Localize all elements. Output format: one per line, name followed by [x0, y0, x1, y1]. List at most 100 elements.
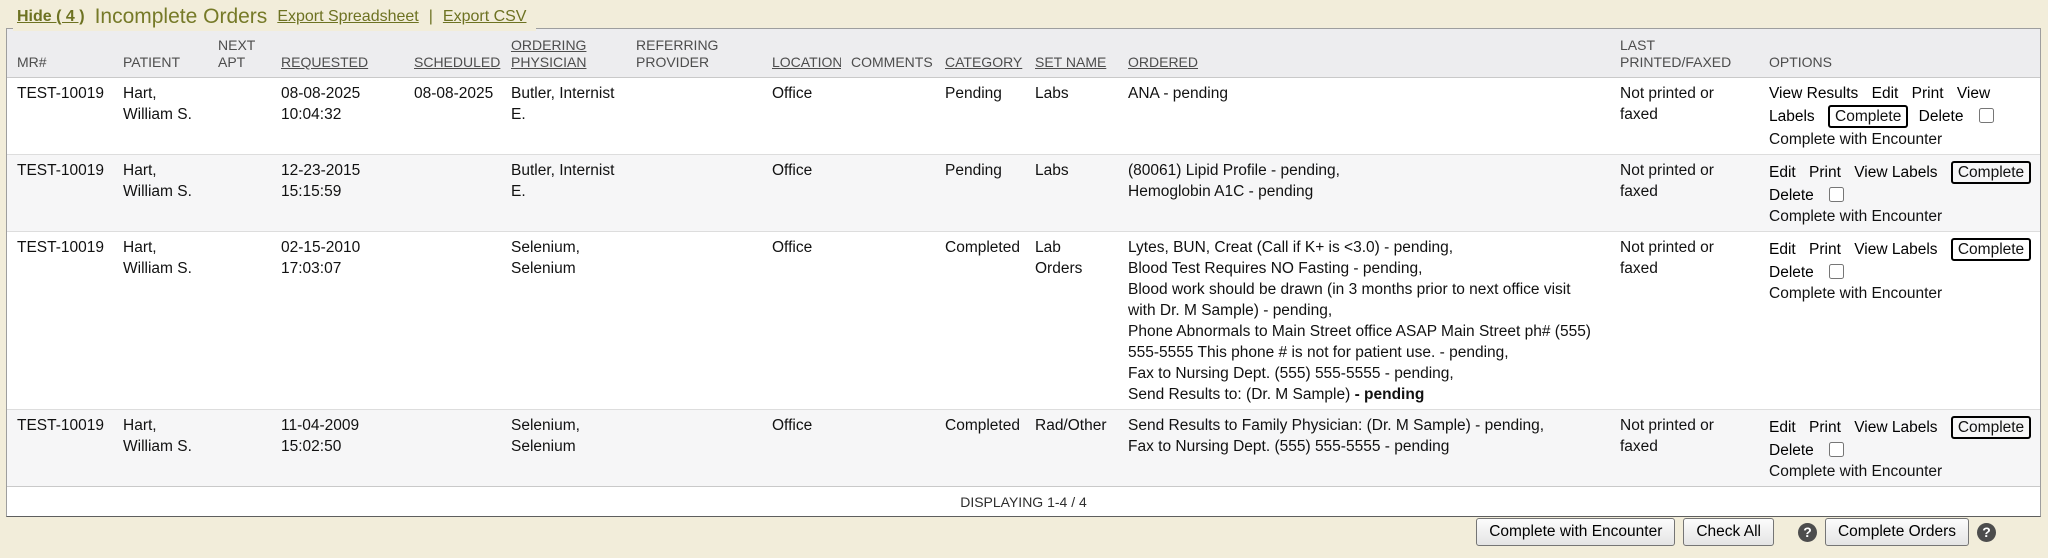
cell-patient: Hart,William S. — [113, 410, 208, 487]
cell-comments — [841, 410, 935, 487]
cell-location: Office — [762, 232, 841, 410]
cell-category: Completed — [935, 232, 1025, 410]
cell-scheduled — [404, 155, 501, 232]
edit-link[interactable]: Edit — [1769, 419, 1796, 436]
print-link[interactable]: Print — [1809, 419, 1841, 436]
cell-options: Edit Print View Labels Complete Delete C… — [1759, 410, 2040, 487]
cell-category: Pending — [935, 155, 1025, 232]
cell-last_printed: Not printed orfaxed — [1610, 410, 1759, 487]
column-header-scheduled[interactable]: SCHEDULED — [404, 29, 501, 78]
view-labels-link[interactable]: View Labels — [1854, 164, 1937, 181]
cell-next_apt — [208, 78, 271, 155]
complete-button[interactable]: Complete — [1828, 105, 1908, 128]
delete-link[interactable]: Delete — [1769, 187, 1814, 204]
edit-link[interactable]: Edit — [1769, 241, 1796, 258]
help-icon[interactable]: ? — [1977, 523, 1996, 542]
cell-next_apt — [208, 155, 271, 232]
cell-options: Edit Print View Labels Complete Delete C… — [1759, 155, 2040, 232]
cell-location: Office — [762, 155, 841, 232]
cell-referring_provider — [626, 78, 762, 155]
cell-requested: 11-04-200915:02:50 — [271, 410, 404, 487]
cell-patient: Hart,William S. — [113, 78, 208, 155]
delete-link[interactable]: Delete — [1769, 442, 1814, 459]
displaying-count: DISPLAYING 1-4 / 4 — [7, 487, 2040, 517]
view-labels-link[interactable]: View Labels — [1854, 419, 1937, 436]
complete-button[interactable]: Complete — [1951, 238, 2031, 261]
order-row: TEST-10019Hart,William S.12-23-201515:15… — [7, 155, 2040, 232]
column-header-ordered[interactable]: ORDERED — [1118, 29, 1610, 78]
complete-with-encounter-button[interactable]: Complete with Encounter — [1476, 518, 1675, 546]
cell-ordered: (80061) Lipid Profile - pending,Hemoglob… — [1118, 155, 1610, 232]
export-csv-link[interactable]: Export CSV — [443, 8, 527, 26]
export-spreadsheet-link[interactable]: Export Spreadsheet — [277, 8, 418, 26]
column-header-ordering_physician[interactable]: ORDERINGPHYSICIAN — [501, 29, 626, 78]
cell-last_printed: Not printed orfaxed — [1610, 232, 1759, 410]
row-checkbox[interactable] — [1979, 108, 1994, 123]
cell-set_name: Labs — [1025, 78, 1118, 155]
view-labels-link[interactable]: View Labels — [1854, 241, 1937, 258]
orders-page: Hide ( 4 ) Incomplete Orders Export Spre… — [0, 0, 2048, 558]
column-header-location[interactable]: LOCATION — [762, 29, 841, 78]
cell-set_name: LabOrders — [1025, 232, 1118, 410]
print-link[interactable]: Print — [1809, 164, 1841, 181]
cell-options: View Results Edit Print View Labels Comp… — [1759, 78, 2040, 155]
cell-next_apt — [208, 410, 271, 487]
cell-location: Office — [762, 78, 841, 155]
legend-separator: | — [429, 8, 433, 26]
column-header-category[interactable]: CATEGORY — [935, 29, 1025, 78]
panel-legend: Hide ( 4 ) Incomplete Orders Export Spre… — [13, 2, 536, 31]
cell-ordering_physician: Selenium,Selenium — [501, 232, 626, 410]
complete-with-encounter-link[interactable]: Complete with Encounter — [1769, 461, 2040, 482]
print-link[interactable]: Print — [1809, 241, 1841, 258]
view-results-link[interactable]: View Results — [1769, 85, 1858, 102]
column-header-patient: PATIENT — [113, 29, 208, 78]
cell-mr: TEST-10019 — [7, 232, 113, 410]
complete-with-encounter-link[interactable]: Complete with Encounter — [1769, 129, 2040, 150]
cell-ordering_physician: Butler, InternistE. — [501, 78, 626, 155]
cell-referring_provider — [626, 410, 762, 487]
cell-requested: 02-15-201017:03:07 — [271, 232, 404, 410]
hide-link[interactable]: Hide ( 4 ) — [17, 8, 85, 26]
delete-link[interactable]: Delete — [1769, 264, 1814, 281]
column-header-requested[interactable]: REQUESTED — [271, 29, 404, 78]
cell-patient: Hart,William S. — [113, 155, 208, 232]
column-header-comments: COMMENTS — [841, 29, 935, 78]
cell-comments — [841, 78, 935, 155]
complete-with-encounter-link[interactable]: Complete with Encounter — [1769, 206, 2040, 227]
complete-button[interactable]: Complete — [1951, 161, 2031, 184]
print-link[interactable]: Print — [1912, 85, 1944, 102]
delete-link[interactable]: Delete — [1919, 108, 1964, 125]
column-header-last_printed: LASTPRINTED/FAXED — [1610, 29, 1759, 78]
cell-comments — [841, 155, 935, 232]
cell-ordering_physician: Butler, InternistE. — [501, 155, 626, 232]
cell-scheduled — [404, 410, 501, 487]
complete-orders-button[interactable]: Complete Orders — [1825, 518, 1969, 546]
column-header-referring_provider: REFERRINGPROVIDER — [626, 29, 762, 78]
help-icon[interactable]: ? — [1798, 523, 1817, 542]
edit-link[interactable]: Edit — [1769, 164, 1796, 181]
complete-button[interactable]: Complete — [1951, 416, 2031, 439]
cell-ordering_physician: Selenium,Selenium — [501, 410, 626, 487]
incomplete-orders-table: MR#PATIENTNEXTAPTREQUESTEDSCHEDULEDORDER… — [7, 29, 2040, 516]
cell-location: Office — [762, 410, 841, 487]
row-checkbox[interactable] — [1829, 442, 1844, 457]
cell-set_name: Labs — [1025, 155, 1118, 232]
table-header-row: MR#PATIENTNEXTAPTREQUESTEDSCHEDULEDORDER… — [7, 29, 2040, 78]
cell-patient: Hart,William S. — [113, 232, 208, 410]
edit-link[interactable]: Edit — [1872, 85, 1899, 102]
cell-ordered: Lytes, BUN, Creat (Call if K+ is <3.0) -… — [1118, 232, 1610, 410]
cell-category: Completed — [935, 410, 1025, 487]
bottom-action-bar: Complete with Encounter Check All ? Comp… — [1476, 518, 1996, 546]
complete-with-encounter-link[interactable]: Complete with Encounter — [1769, 283, 2040, 304]
order-row: TEST-10019Hart,William S.08-08-202510:04… — [7, 78, 2040, 155]
cell-requested: 08-08-202510:04:32 — [271, 78, 404, 155]
column-header-set_name[interactable]: SET NAME — [1025, 29, 1118, 78]
cell-referring_provider — [626, 232, 762, 410]
check-all-button[interactable]: Check All — [1683, 518, 1774, 546]
row-checkbox[interactable] — [1829, 264, 1844, 279]
cell-comments — [841, 232, 935, 410]
table-footer-row: DISPLAYING 1-4 / 4 — [7, 487, 2040, 517]
cell-ordered: Send Results to Family Physician: (Dr. M… — [1118, 410, 1610, 487]
row-checkbox[interactable] — [1829, 187, 1844, 202]
cell-set_name: Rad/Other — [1025, 410, 1118, 487]
